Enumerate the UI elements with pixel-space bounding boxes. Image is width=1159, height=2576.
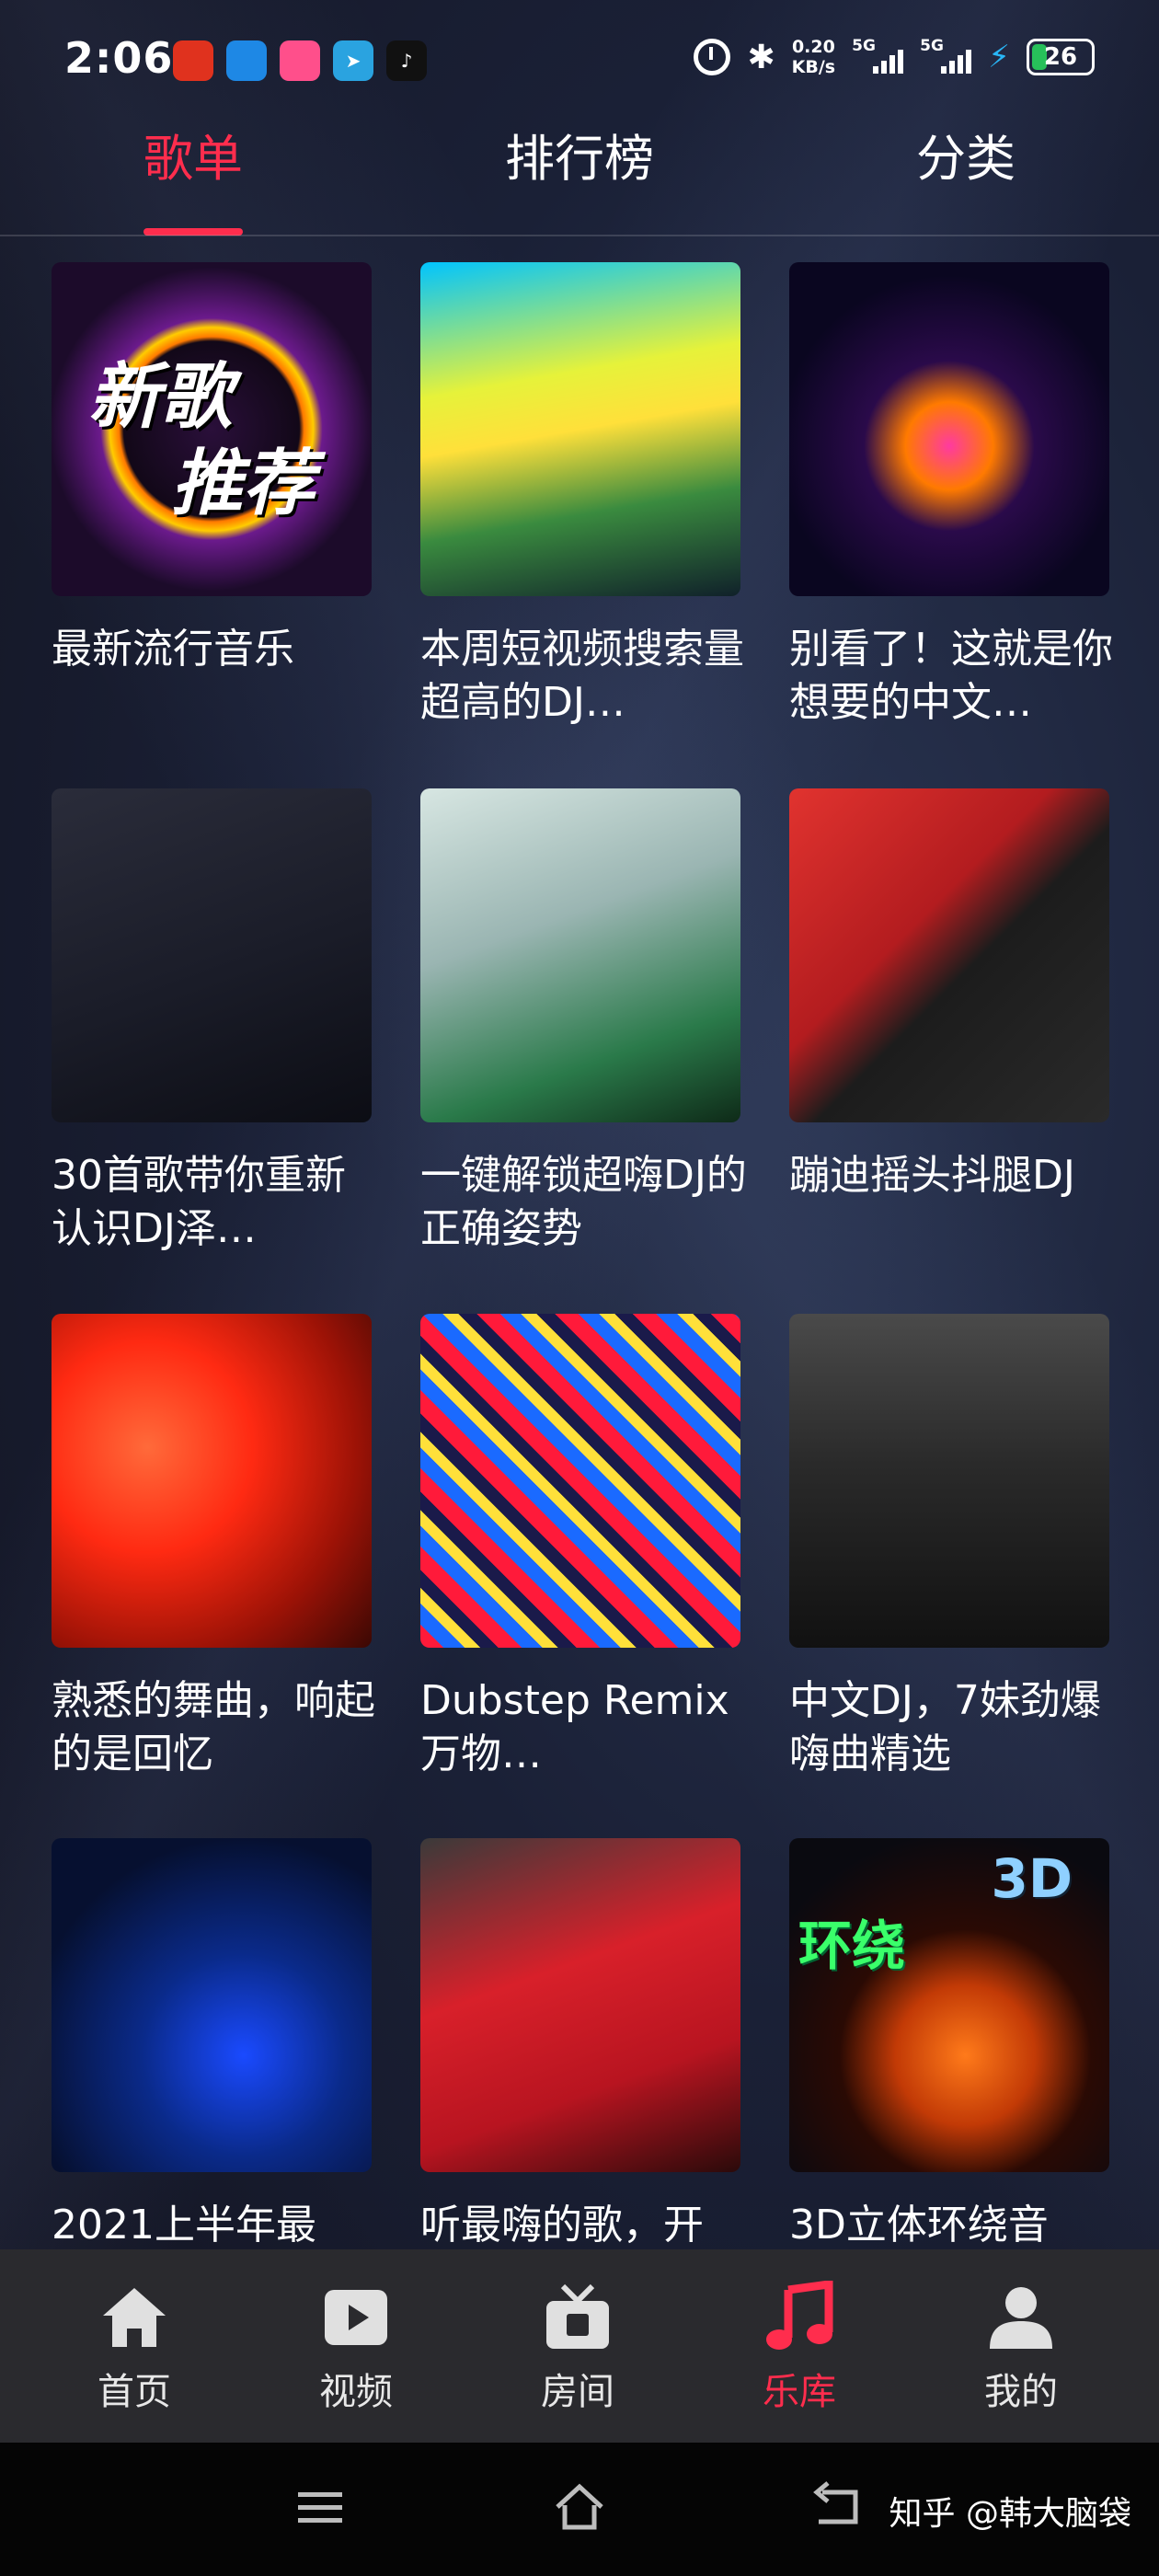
playlist-card[interactable]: 一键解锁超嗨DJ的正确姿势 <box>420 788 747 1304</box>
nav-library[interactable]: 乐库 <box>707 2249 891 2443</box>
playlist-title[interactable]: 别看了！这就是你想要的中文… <box>789 623 1120 730</box>
app-notification-icon <box>173 40 213 81</box>
playlist-cover[interactable]: 3D 环绕 <box>789 1838 1109 2172</box>
status-time: 2:06 <box>64 33 174 83</box>
nav-label: 乐库 <box>763 2371 836 2413</box>
user-icon <box>990 2287 1052 2349</box>
tab-charts[interactable]: 排行榜 <box>451 120 708 239</box>
charging-icon: ⚡ <box>988 39 1010 75</box>
playlist-title[interactable]: 中文DJ，7妹劲爆嗨曲精选 <box>789 1674 1120 1781</box>
divider <box>0 235 1159 236</box>
playlist-title[interactable]: 30首歌带你重新认识DJ泽… <box>52 1149 383 1256</box>
cover-text: 推荐 <box>171 443 316 525</box>
playlist-title[interactable]: 本周短视频搜索量超高的DJ… <box>420 623 752 730</box>
playlist-card[interactable]: 本周短视频搜索量超高的DJ… <box>420 262 744 777</box>
video-icon <box>325 2290 387 2345</box>
network-speed: 0.20 KB/s <box>792 37 835 77</box>
playlist-card[interactable]: 3D 环绕 3D立体环绕音 <box>789 1838 1109 2249</box>
bluetooth-icon: ✱ <box>747 38 775 76</box>
playlist-title[interactable]: 一键解锁超嗨DJ的正确姿势 <box>420 1149 752 1256</box>
cover-text: 新歌 <box>88 356 233 439</box>
playlist-card[interactable]: 中文DJ，7妹劲爆嗨曲精选 <box>789 1314 1109 1829</box>
playlist-cover[interactable] <box>789 262 1109 596</box>
playlist-title[interactable]: 熟悉的舞曲，响起的是回忆 <box>52 1674 383 1781</box>
playlist-grid: 新歌 推荐 最新流行音乐 本周短视频搜索量超高的DJ… 别看了！这就是你想要的中… <box>0 262 1159 2249</box>
network-speed-value: 0.20 <box>791 37 835 57</box>
app-notification-icon <box>280 40 320 81</box>
signal-icon: 5G <box>852 37 904 77</box>
watermark: 知乎 @韩大脑袋 <box>889 2495 1131 2533</box>
playlist-title[interactable]: 蹦迪摇头抖腿DJ <box>789 1149 1120 1202</box>
playlist-card[interactable]: 熟悉的舞曲，响起的是回忆 <box>52 1314 375 1829</box>
battery-level: 26 <box>1043 43 1078 71</box>
status-indicators: ✱ 0.20 KB/s 5G 5G ⚡ 26 <box>694 37 1095 77</box>
playlist-cover[interactable] <box>52 1314 372 1648</box>
nav-home[interactable]: 首页 <box>42 2249 226 2443</box>
tab-categories[interactable]: 分类 <box>837 120 1095 239</box>
cover-text: 环绕 <box>798 1915 906 1977</box>
nav-profile[interactable]: 我的 <box>929 2249 1113 2443</box>
music-note-icon <box>766 2281 833 2350</box>
playlist-cover[interactable] <box>52 1838 372 2172</box>
playlist-card[interactable]: 30首歌带你重新认识DJ泽… <box>52 788 372 1304</box>
playlist-cover[interactable] <box>420 1314 740 1648</box>
menu-icon[interactable] <box>293 2479 348 2535</box>
back-icon[interactable] <box>809 2479 865 2535</box>
telegram-icon: ➤ <box>333 40 373 81</box>
tiktok-icon: ♪ <box>386 40 427 81</box>
home-button-icon[interactable] <box>552 2479 607 2535</box>
top-tabs: 歌单 排行榜 分类 <box>0 120 1159 239</box>
playlist-title[interactable]: 2021上半年最 <box>52 2199 383 2249</box>
home-icon <box>103 2288 166 2347</box>
signal-type-label: 5G <box>920 37 944 55</box>
playlist-card[interactable]: 听最嗨的歌，开 <box>420 1838 740 2249</box>
cover-text: 3D <box>991 1847 1073 1910</box>
battery-icon: 26 <box>1027 39 1095 75</box>
playlist-cover[interactable] <box>420 1838 740 2172</box>
playlist-cover[interactable]: 新歌 推荐 <box>52 262 372 596</box>
app-notification-icon <box>226 40 267 81</box>
signal-type-label: 5G <box>852 37 876 55</box>
playlist-title[interactable]: 最新流行音乐 <box>52 623 383 676</box>
bottom-navigation: 首页 视频 房间 乐库 我的 <box>0 2249 1159 2443</box>
playlist-cover[interactable] <box>789 1314 1109 1648</box>
playlist-card[interactable]: 新歌 推荐 最新流行音乐 <box>52 262 372 777</box>
playlist-card[interactable]: 2021上半年最 <box>52 1838 372 2249</box>
network-speed-unit: KB/s <box>791 57 836 77</box>
system-navigation-bar: 知乎 @韩大脑袋 <box>0 2443 1159 2576</box>
playlist-cover[interactable] <box>789 788 1109 1122</box>
playlist-title[interactable]: 3D立体环绕音 <box>789 2199 1120 2249</box>
playlist-cover[interactable] <box>420 262 740 596</box>
signal-icon: 5G <box>920 37 972 77</box>
playlist-title[interactable]: 听最嗨的歌，开 <box>420 2199 752 2249</box>
playlist-title[interactable]: Dubstep Remix 万物… <box>420 1674 752 1781</box>
status-bar: 2:06 ➤ ♪ ✱ 0.20 KB/s 5G 5G ⚡ 26 <box>0 0 1159 120</box>
tab-playlists[interactable]: 歌单 <box>64 120 322 239</box>
playlist-cover[interactable] <box>52 788 372 1122</box>
nav-label: 视频 <box>319 2371 393 2413</box>
playlist-card[interactable]: 别看了！这就是你想要的中文… <box>789 262 1113 777</box>
playlist-cover[interactable] <box>420 788 740 1122</box>
playlist-card[interactable]: Dubstep Remix 万物… <box>420 1314 740 1829</box>
nav-video[interactable]: 视频 <box>264 2249 448 2443</box>
playlist-card[interactable]: 蹦迪摇头抖腿DJ <box>789 788 1109 1304</box>
nav-label: 房间 <box>541 2371 614 2413</box>
nav-label: 我的 <box>984 2371 1058 2413</box>
notification-app-icons: ➤ ♪ <box>173 40 427 81</box>
alarm-icon <box>694 39 731 75</box>
nav-label: 首页 <box>98 2371 171 2413</box>
nav-room[interactable]: 房间 <box>486 2249 670 2443</box>
room-icon <box>546 2283 609 2349</box>
